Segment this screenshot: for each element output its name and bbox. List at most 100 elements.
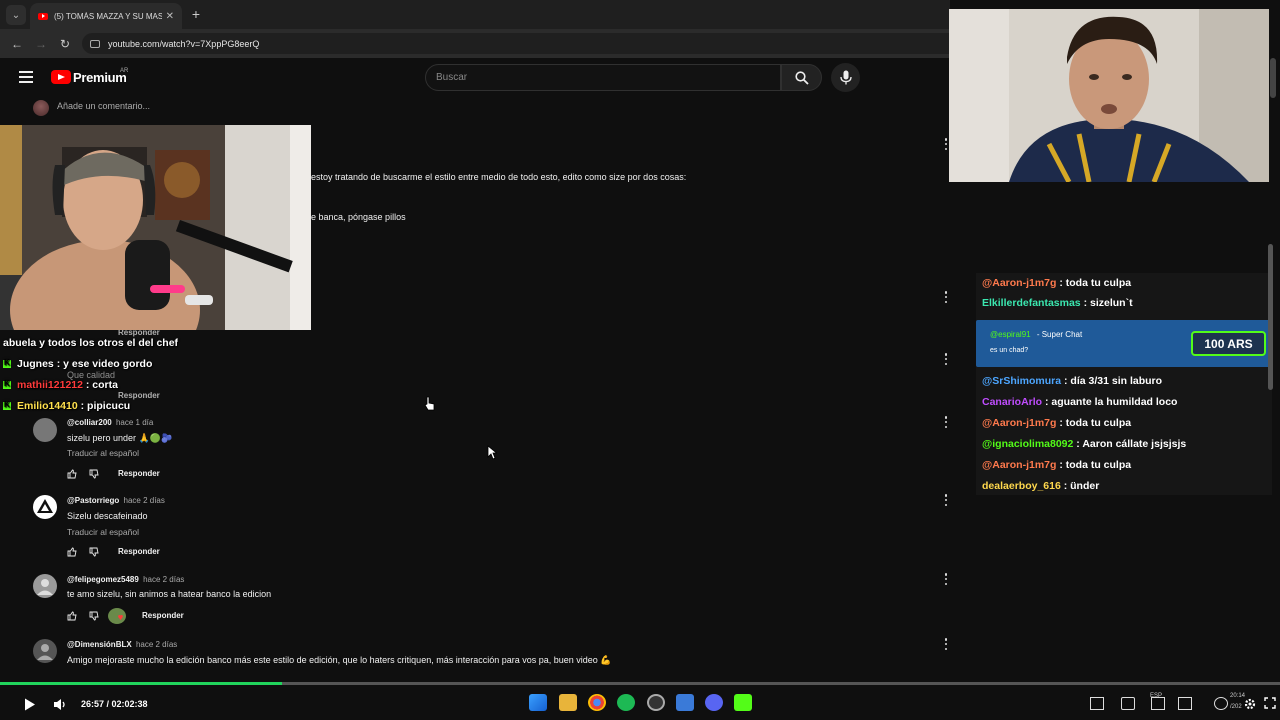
chat-message: Elkillerdefantasmas : sizelun`t <box>982 297 1133 309</box>
comment-body-line: e banca, póngase pillos <box>311 212 406 222</box>
country-code: AR <box>120 68 129 74</box>
add-comment-input[interactable]: Añade un comentario... <box>57 101 150 111</box>
chat-message: @SrShimomura : día 3/31 sin laburo <box>982 375 1163 387</box>
new-tab-button[interactable]: + <box>188 6 204 22</box>
search-button[interactable] <box>781 64 822 91</box>
file-explorer-icon[interactable] <box>559 694 577 711</box>
more-options-icon[interactable] <box>944 573 948 585</box>
search-placeholder: Buscar <box>436 72 468 83</box>
network-icon[interactable] <box>1178 697 1192 710</box>
streamer-webcam-left <box>0 125 311 330</box>
like-icon[interactable] <box>67 547 77 557</box>
super-chat-message: es un chad? <box>990 347 1029 354</box>
kick-badge-icon <box>3 379 11 389</box>
player-controls <box>0 685 1280 720</box>
menu-icon[interactable] <box>19 71 33 83</box>
more-options-icon[interactable] <box>944 638 948 650</box>
notes-app-icon[interactable] <box>676 694 694 711</box>
avatar[interactable] <box>33 495 57 519</box>
reply-button[interactable]: Responder <box>118 469 160 478</box>
overlay-chat-line: Jugnes : y ese video gordo <box>3 358 152 370</box>
site-info-icon[interactable] <box>90 39 100 48</box>
chat-message: dealaerboy_616 : ünder <box>982 480 1100 492</box>
more-options-icon[interactable] <box>944 138 948 150</box>
youtube-favicon-icon <box>38 12 48 20</box>
dislike-icon[interactable] <box>89 469 99 479</box>
keyboard-language[interactable]: ESP <box>1150 693 1162 699</box>
forward-button[interactable]: → <box>32 35 50 53</box>
chat-message: @Aaron-j1m7g : toda tu culpa <box>982 277 1132 289</box>
hand-cursor-icon <box>424 396 435 411</box>
comment-body: sizelu pero under 🙏🟢🫐 <box>67 433 173 443</box>
tab-close-icon[interactable]: ✕ <box>166 11 174 22</box>
autoplay-icon[interactable] <box>1214 697 1228 710</box>
comment-author[interactable]: @felipegomez5489 hace 2 días <box>67 575 184 584</box>
more-options-icon[interactable] <box>944 291 948 303</box>
volume-icon[interactable] <box>53 698 68 711</box>
time-display: 26:57 / 02:02:38 <box>81 699 148 709</box>
dislike-icon[interactable] <box>89 611 99 621</box>
youtube-logo-icon[interactable] <box>51 70 71 84</box>
comment-author[interactable]: @colliar200 hace 1 día <box>67 418 153 427</box>
settings-gear-icon[interactable] <box>1243 697 1257 711</box>
windows-start-icon[interactable] <box>529 694 547 711</box>
discord-icon[interactable] <box>705 694 723 711</box>
mouse-pointer-icon <box>487 445 497 460</box>
voice-search-button[interactable] <box>831 63 860 92</box>
clock-date: /202 <box>1230 704 1242 710</box>
translate-link[interactable]: Traducir al español <box>67 448 139 458</box>
super-chat-header: @espiral91 - Super Chat <box>990 330 1083 339</box>
like-icon[interactable] <box>67 611 77 621</box>
page-scrollbar-top[interactable] <box>1270 58 1276 98</box>
overlay-chat-line: mathii121212 : corta <box>3 379 118 391</box>
fullscreen-icon[interactable] <box>1264 697 1276 709</box>
comment-body-line: estoy tratando de buscarme el estilo ent… <box>311 172 687 182</box>
reply-button[interactable]: Responder <box>142 611 184 620</box>
comment-author[interactable]: @DimensiónBLX hace 2 días <box>67 640 177 649</box>
chat-message: @Aaron-j1m7g : toda tu culpa <box>982 417 1132 429</box>
url-bar[interactable]: youtube.com/watch?v=7XppPG8eerQ <box>82 33 950 54</box>
more-options-icon[interactable] <box>944 353 948 365</box>
play-icon[interactable] <box>24 698 36 711</box>
chat-message: CanarioArlo : aguante la humildad loco <box>982 396 1178 408</box>
browser-tab[interactable]: (5) TOMÁS MAZZA Y SU MASC ✕ <box>30 3 182 29</box>
reply-button[interactable]: Responder <box>118 547 160 556</box>
reply-button[interactable]: Responder <box>118 391 160 400</box>
tab-search-button[interactable]: ⌄ <box>6 5 26 25</box>
obs-icon[interactable] <box>647 694 665 711</box>
streamer-webcam-right <box>949 9 1269 182</box>
creator-heart-icon <box>108 608 126 624</box>
comment-body: Sizelu descafeinado <box>67 511 148 521</box>
more-options-icon[interactable] <box>944 494 948 506</box>
tab-title: (5) TOMÁS MAZZA Y SU MASC <box>54 11 162 21</box>
chat-message: @Aaron-j1m7g : toda tu culpa <box>982 459 1132 471</box>
comment-author[interactable]: @Pastorriego hace 2 días <box>67 496 165 505</box>
kick-app-icon[interactable] <box>734 694 752 711</box>
reload-button[interactable]: ↻ <box>56 35 74 53</box>
dislike-icon[interactable] <box>89 547 99 557</box>
chat-message: @ignaciolima8092 : Aaron cállate jsjsjsj… <box>982 438 1187 450</box>
avatar[interactable] <box>33 639 57 663</box>
miniplayer-icon[interactable] <box>1090 697 1104 710</box>
comment-body: te amo sizelu, sin animos a hatear banco… <box>67 589 272 599</box>
url-text: youtube.com/watch?v=7XppPG8eerQ <box>108 38 260 49</box>
chrome-icon[interactable] <box>588 694 606 711</box>
overlay-chat-line: Emilio14410 : pipicucu <box>3 400 130 412</box>
comment-body: Amigo mejoraste mucho la edición banco m… <box>67 655 612 665</box>
spotify-icon[interactable] <box>617 694 635 711</box>
super-chat-amount: 100 ARS <box>1191 331 1266 356</box>
avatar <box>33 100 49 116</box>
avatar[interactable] <box>33 574 57 598</box>
microphone-icon <box>839 70 852 85</box>
more-options-icon[interactable] <box>944 416 948 428</box>
kick-badge-icon <box>3 358 11 368</box>
like-icon[interactable] <box>67 469 77 479</box>
search-icon <box>794 70 809 85</box>
tray-chevron-icon[interactable] <box>1121 697 1135 710</box>
chat-scrollbar[interactable] <box>1268 244 1273 390</box>
avatar[interactable] <box>33 418 57 442</box>
back-button[interactable]: ← <box>8 35 26 53</box>
overlay-chat-line: abuela y todos los otros el del chef <box>3 337 179 349</box>
search-input[interactable]: Buscar <box>425 64 781 91</box>
translate-link[interactable]: Traducir al español <box>67 527 139 537</box>
